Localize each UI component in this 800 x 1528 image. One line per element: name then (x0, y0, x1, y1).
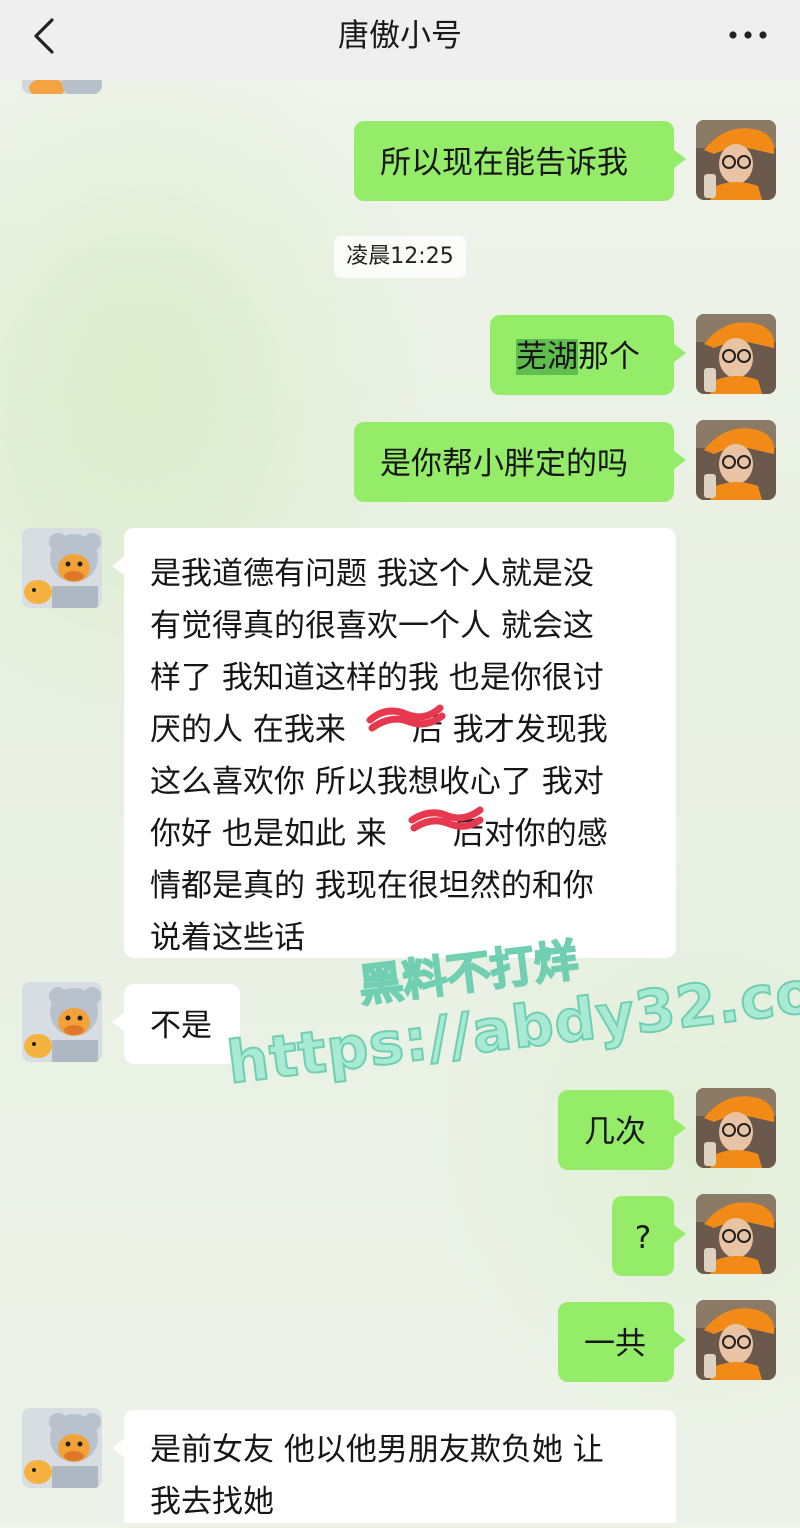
my-avatar[interactable] (696, 314, 776, 394)
message-text: 是你帮小胖定的吗 (380, 446, 628, 482)
message-text: 那个 (578, 339, 640, 375)
message-line: 情都是真的 我现在很坦然的和你 (150, 868, 594, 904)
redaction-scribble (366, 704, 446, 732)
my-avatar[interactable] (696, 1300, 776, 1380)
chat-title: 唐傲小号 (338, 18, 462, 54)
my-avatar[interactable] (696, 1194, 776, 1274)
my-avatar[interactable] (696, 420, 776, 500)
contact-avatar[interactable] (22, 528, 102, 608)
duck-plush-icon (22, 1408, 102, 1488)
message-text: 几次 (584, 1114, 646, 1150)
duck-plush-icon (22, 982, 102, 1062)
message-text: 所以现在能告诉我 (380, 145, 628, 181)
message-timestamp: 凌晨12:25 (334, 236, 466, 278)
redaction-scribble (408, 806, 484, 832)
user-photo-icon (696, 1300, 776, 1380)
my-avatar[interactable] (696, 1088, 776, 1168)
message-line: 样了 我知道这样的我 也是你很讨 (150, 660, 604, 696)
contact-message-bubble[interactable]: 不是 (112, 984, 240, 1064)
message-text: 一共 (584, 1326, 646, 1362)
message-line: 你好 也是如此 来后对你的感 (150, 816, 608, 852)
duck-plush-icon (22, 528, 102, 608)
more-options-button[interactable] (726, 18, 770, 52)
my-message-bubble[interactable]: 一共 (558, 1302, 686, 1382)
contact-avatar[interactable] (22, 982, 102, 1062)
contact-message-bubble[interactable]: 是前女友 他以他男朋友欺负她 让 我去找她 (112, 1410, 676, 1523)
user-photo-icon (696, 314, 776, 394)
contact-message-bubble[interactable]: 是我道德有问题 我这个人就是没 有觉得真的很喜欢一个人 就会这 样了 我知道这样… (112, 528, 676, 958)
contact-avatar[interactable] (22, 1408, 102, 1488)
message-text: 不是 (150, 1008, 212, 1044)
user-photo-icon (696, 420, 776, 500)
message-line: 是我道德有问题 我这个人就是没 (150, 556, 594, 592)
more-dots-icon (729, 31, 767, 39)
message-line: 这么喜欢你 所以我想收心了 我对 (150, 764, 604, 800)
my-message-bubble[interactable]: 是你帮小胖定的吗 (354, 422, 686, 502)
user-photo-icon (696, 1088, 776, 1168)
user-photo-icon (696, 1194, 776, 1274)
my-message-bubble[interactable]: 几次 (558, 1090, 686, 1170)
my-message-bubble[interactable]: 所以现在能告诉我 (354, 121, 686, 201)
message-line: 说着这些话 (150, 920, 305, 956)
user-photo-icon (696, 120, 776, 200)
my-message-bubble[interactable]: 芜湖那个 (490, 315, 686, 395)
my-message-bubble[interactable]: ? (612, 1196, 686, 1276)
message-text: ? (634, 1220, 652, 1256)
message-line: 有觉得真的很喜欢一个人 就会这 (150, 608, 594, 644)
my-avatar[interactable] (696, 120, 776, 200)
highlighted-text: 芜湖 (516, 339, 578, 375)
message-line: 我去找她 (150, 1484, 274, 1520)
message-line: 是前女友 他以他男朋友欺负她 让 (150, 1432, 604, 1468)
top-navigation-bar: 唐傲小号 (0, 0, 800, 80)
